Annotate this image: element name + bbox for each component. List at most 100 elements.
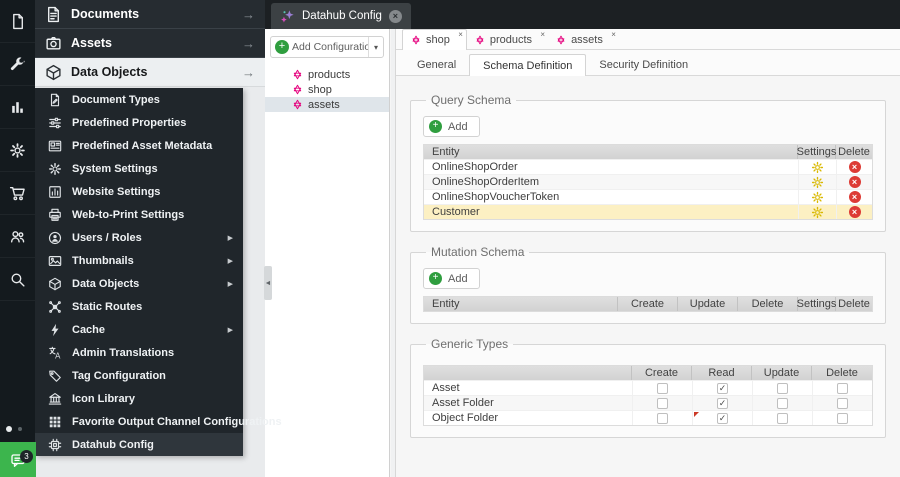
caret-down-icon[interactable] — [368, 37, 383, 57]
config-item-shop[interactable]: shop — [265, 82, 389, 97]
tab-datahub-config[interactable]: Datahub Config — [271, 3, 411, 29]
settings-gear-icon[interactable] — [811, 176, 824, 189]
accordion-item-documents[interactable]: Documents → — [35, 0, 265, 29]
menu-item-favorite-output-channel[interactable]: Favorite Output Channel Configurations — [35, 410, 282, 433]
panel-collapse-handle[interactable]: ◄ — [264, 266, 272, 300]
column-header-delete[interactable]: Delete — [836, 145, 872, 159]
menu-item-cache[interactable]: Cache ▶ — [35, 318, 243, 341]
plus-icon — [429, 272, 442, 285]
column-header-delete[interactable]: Delete — [812, 366, 872, 380]
checkbox-create[interactable] — [657, 397, 668, 409]
editor-area: shop products assets General Schema Defi… — [396, 29, 900, 477]
query-schema-add-button[interactable]: Add — [423, 116, 480, 137]
checkbox-create[interactable] — [657, 382, 668, 394]
checkbox-update[interactable] — [777, 382, 788, 394]
checkbox-delete[interactable] — [837, 382, 848, 394]
tools-button[interactable] — [0, 43, 35, 86]
chat-button[interactable]: 3 — [0, 442, 36, 477]
tab-security-definition[interactable]: Security Definition — [586, 54, 701, 75]
cube-icon — [48, 277, 62, 291]
column-header-create[interactable]: Create — [632, 366, 692, 380]
column-header-settings[interactable]: Settings — [797, 297, 836, 311]
settings-gear-icon[interactable] — [811, 161, 824, 174]
checkbox-read[interactable] — [717, 397, 728, 409]
menu-item-icon-library[interactable]: Icon Library — [35, 387, 243, 410]
settings-gear-icon[interactable] — [811, 191, 824, 204]
close-icon[interactable] — [458, 30, 463, 39]
accordion-item-assets[interactable]: Assets → — [35, 29, 265, 58]
menu-item-data-objects[interactable]: Data Objects ▶ — [35, 272, 243, 295]
column-header-settings[interactable]: Settings — [797, 145, 836, 159]
users-button[interactable] — [0, 215, 35, 258]
menu-item-website-settings[interactable]: Website Settings — [35, 180, 243, 203]
menu-item-admin-translations[interactable]: A Admin Translations — [35, 341, 243, 364]
statistics-button[interactable] — [0, 86, 35, 129]
column-header-update[interactable]: Update — [752, 366, 812, 380]
checkbox-delete[interactable] — [837, 412, 848, 424]
checkbox-create[interactable] — [657, 412, 668, 424]
close-icon[interactable] — [388, 9, 402, 23]
column-header-read[interactable]: Read — [692, 366, 752, 380]
column-header-update[interactable]: Update — [678, 297, 738, 311]
checkbox-update[interactable] — [777, 412, 788, 424]
checkbox-read[interactable] — [717, 382, 728, 394]
menu-item-system-settings[interactable]: System Settings — [35, 157, 243, 180]
fieldset-legend: Generic Types — [431, 337, 509, 351]
hexagram-icon — [292, 69, 303, 80]
column-header-delete[interactable]: Delete — [836, 297, 872, 311]
ecommerce-button[interactable] — [0, 172, 35, 215]
add-configuration-button[interactable]: Add Configuration — [270, 36, 384, 58]
table-row[interactable]: OnlineShopVoucherToken — [424, 189, 872, 204]
menu-item-datahub-config[interactable]: Datahub Config — [35, 433, 243, 456]
settings-gear-icon[interactable] — [811, 206, 824, 219]
arrow-right-icon: → — [242, 35, 255, 51]
checkbox-read[interactable] — [717, 412, 728, 424]
menu-item-tag-configuration[interactable]: Tag Configuration — [35, 364, 243, 387]
hexagram-icon — [292, 99, 303, 110]
settings-button[interactable] — [0, 129, 35, 172]
tab-general[interactable]: General — [404, 54, 469, 75]
menu-item-thumbnails[interactable]: Thumbnails ▶ — [35, 249, 243, 272]
delete-icon[interactable] — [848, 206, 861, 218]
panel-splitter[interactable] — [391, 29, 396, 477]
close-icon[interactable] — [540, 30, 545, 39]
config-item-assets[interactable]: assets — [265, 97, 389, 112]
menu-item-predefined-properties[interactable]: Predefined Properties — [35, 111, 243, 134]
config-item-products[interactable]: products — [265, 67, 389, 82]
mutation-schema-add-button[interactable]: Add — [423, 268, 480, 289]
column-header-entity[interactable]: Entity — [424, 297, 618, 311]
editor-tab-shop[interactable]: shop — [402, 29, 467, 50]
delete-icon[interactable] — [848, 161, 861, 173]
menu-item-static-routes[interactable]: Static Routes — [35, 295, 243, 318]
definition-tab-bar: General Schema Definition Security Defin… — [396, 50, 900, 76]
cart-icon — [9, 185, 26, 202]
menu-item-document-types[interactable]: Document Types — [35, 88, 243, 111]
menu-item-predefined-asset-metadata[interactable]: Predefined Asset Metadata — [35, 134, 243, 157]
settings-flyout-menu: Document Types Predefined Properties Pre… — [35, 88, 282, 456]
close-icon[interactable] — [611, 30, 616, 39]
table-row[interactable]: OnlineShopOrder — [424, 159, 872, 174]
plus-icon — [275, 40, 289, 54]
generic-types-table: Create Read Update Delete Asset Asset Fo… — [423, 365, 873, 426]
menu-item-users-roles[interactable]: Users / Roles ▶ — [35, 226, 243, 249]
table-row-selected[interactable]: Customer — [424, 204, 872, 219]
delete-icon[interactable] — [848, 176, 861, 188]
column-header-entity[interactable]: Entity — [424, 145, 798, 159]
column-header-create[interactable]: Create — [618, 297, 678, 311]
query-schema-table: Entity Settings Delete OnlineShopOrder O… — [423, 144, 873, 220]
documents-perspective-button[interactable] — [0, 0, 35, 43]
delete-icon[interactable] — [848, 191, 861, 203]
cube-icon — [45, 64, 62, 81]
editor-tab-products[interactable]: products — [467, 30, 548, 49]
search-button[interactable] — [0, 258, 35, 301]
accordion-item-data-objects[interactable]: Data Objects → — [35, 58, 265, 87]
tab-schema-definition[interactable]: Schema Definition — [469, 54, 587, 76]
asset-metadata-icon — [48, 139, 62, 153]
checkbox-delete[interactable] — [837, 397, 848, 409]
checkbox-update[interactable] — [777, 397, 788, 409]
editor-tab-assets[interactable]: assets — [548, 30, 619, 49]
table-row[interactable]: OnlineShopOrderItem — [424, 174, 872, 189]
column-header-delete[interactable]: Delete — [738, 297, 798, 311]
configuration-panel: Add Configuration products shop assets — [265, 29, 390, 477]
menu-item-web-to-print-settings[interactable]: Web-to-Print Settings — [35, 203, 243, 226]
